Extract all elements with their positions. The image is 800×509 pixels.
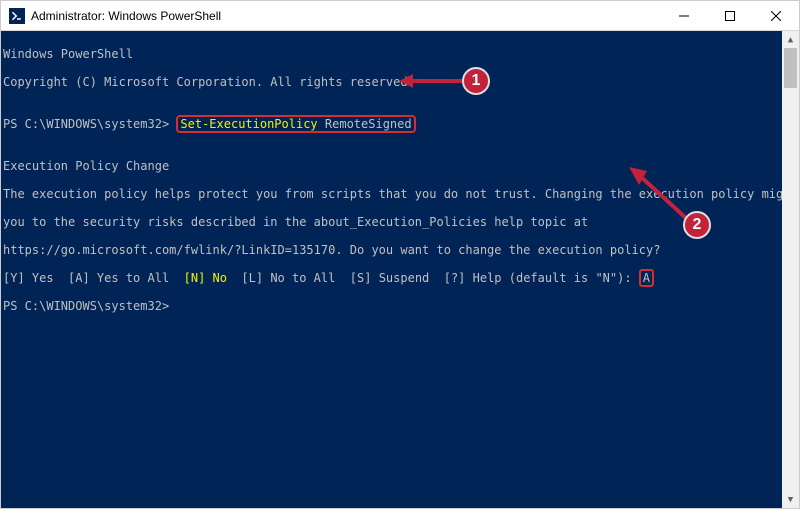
window-controls bbox=[661, 1, 799, 30]
console-prompt-line: PS C:\WINDOWS\system32> bbox=[3, 299, 793, 313]
command-part: Set-ExecutionPolicy bbox=[180, 117, 317, 131]
minimize-button[interactable] bbox=[661, 1, 707, 30]
annotation-badge-1: 1 bbox=[462, 67, 490, 95]
close-button[interactable] bbox=[753, 1, 799, 30]
console-line: Windows PowerShell bbox=[3, 47, 793, 61]
scroll-down-button[interactable]: ▼ bbox=[782, 491, 799, 508]
highlight-command: Set-ExecutionPolicy RemoteSigned bbox=[176, 115, 415, 133]
choices-no: [N] No bbox=[184, 271, 227, 285]
console-line: The execution policy helps protect you f… bbox=[3, 187, 793, 201]
choices-post: [L] No to All [S] Suspend [?] Help (defa… bbox=[227, 271, 639, 285]
scrollbar[interactable]: ▲ ▼ bbox=[782, 31, 799, 508]
console-prompt-line: PS C:\WINDOWS\system32> Set-ExecutionPol… bbox=[3, 117, 793, 131]
scroll-up-button[interactable]: ▲ bbox=[782, 31, 799, 48]
powershell-icon bbox=[9, 8, 25, 24]
command-part: RemoteSigned bbox=[325, 117, 412, 131]
annotation-badge-2: 2 bbox=[683, 211, 711, 239]
console-line: you to the security risks described in t… bbox=[3, 215, 793, 229]
console-area[interactable]: Windows PowerShell Copyright (C) Microso… bbox=[1, 31, 799, 508]
choices-pre: [Y] Yes [A] Yes to All bbox=[3, 271, 184, 285]
prompt-prefix: PS C:\WINDOWS\system32> bbox=[3, 117, 176, 131]
console-line: https://go.microsoft.com/fwlink/?LinkID=… bbox=[3, 243, 793, 257]
highlight-input: A bbox=[639, 269, 654, 287]
window-title: Administrator: Windows PowerShell bbox=[31, 9, 221, 23]
console-line: Execution Policy Change bbox=[3, 159, 793, 173]
console-line: Copyright (C) Microsoft Corporation. All… bbox=[3, 75, 793, 89]
maximize-button[interactable] bbox=[707, 1, 753, 30]
window-titlebar[interactable]: Administrator: Windows PowerShell bbox=[1, 1, 799, 31]
scroll-thumb[interactable] bbox=[784, 48, 797, 88]
scroll-track[interactable] bbox=[782, 48, 799, 491]
console-choices-line: [Y] Yes [A] Yes to All [N] No [L] No to … bbox=[3, 271, 793, 285]
